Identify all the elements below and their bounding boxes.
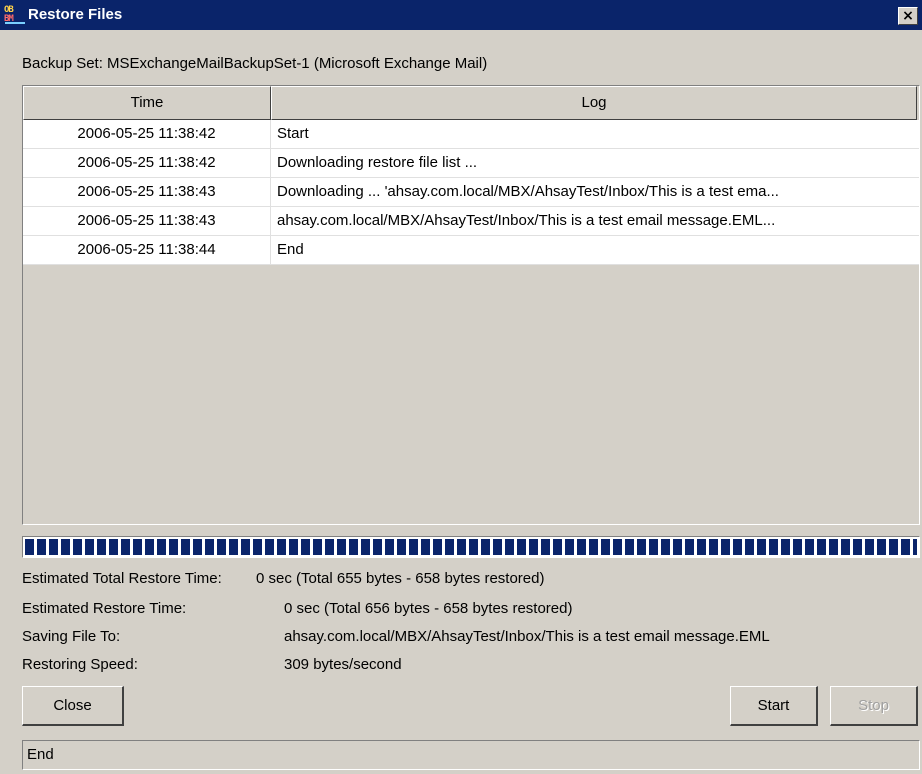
- table-row[interactable]: 2006-05-25 11:38:42 Downloading restore …: [23, 149, 919, 178]
- status-text: End: [27, 746, 54, 763]
- cell-log: Start: [277, 125, 309, 142]
- title-bar: OB BM Restore Files ×: [0, 0, 922, 30]
- total-time-label: Estimated Total Restore Time:: [22, 570, 222, 587]
- log-table[interactable]: Time Log 2006-05-25 11:38:42 Start 2006-…: [22, 85, 920, 525]
- close-icon: ×: [902, 8, 914, 24]
- window-close-button[interactable]: ×: [898, 7, 918, 25]
- start-button[interactable]: Start: [730, 686, 818, 726]
- saving-file-value: ahsay.com.local/MBX/AhsayTest/Inbox/This…: [284, 628, 770, 645]
- table-row[interactable]: 2006-05-25 11:38:43 Downloading ... 'ahs…: [23, 178, 919, 207]
- table-body: 2006-05-25 11:38:42 Start 2006-05-25 11:…: [23, 120, 919, 265]
- speed-value: 309 bytes/second: [284, 656, 402, 673]
- close-button[interactable]: Close: [22, 686, 124, 726]
- cell-log: Downloading ... 'ahsay.com.local/MBX/Ahs…: [277, 183, 779, 200]
- saving-file-label: Saving File To:: [22, 628, 121, 645]
- restore-time-label: Estimated Restore Time:: [22, 600, 187, 617]
- stop-button: Stop: [830, 686, 918, 726]
- cell-log: End: [277, 241, 304, 258]
- restore-progress-bar: [22, 536, 920, 558]
- column-header-log[interactable]: Log: [271, 86, 917, 120]
- total-time-value: 0 sec (Total 655 bytes - 658 bytes resto…: [256, 570, 545, 587]
- progress-fill: [25, 539, 917, 555]
- table-header: Time Log: [23, 86, 919, 120]
- speed-label: Restoring Speed:: [22, 656, 138, 673]
- app-icon: OB BM: [4, 6, 26, 24]
- cell-time: 2006-05-25 11:38:44: [23, 236, 271, 264]
- table-row[interactable]: 2006-05-25 11:38:43 ahsay.com.local/MBX/…: [23, 207, 919, 236]
- restore-time-value: 0 sec (Total 656 bytes - 658 bytes resto…: [284, 600, 573, 617]
- table-row[interactable]: 2006-05-25 11:38:42 Start: [23, 120, 919, 149]
- table-row[interactable]: 2006-05-25 11:38:44 End: [23, 236, 919, 265]
- cell-time: 2006-05-25 11:38:43: [23, 207, 271, 235]
- column-header-time[interactable]: Time: [23, 86, 271, 120]
- backup-set-label: Backup Set: MSExchangeMailBackupSet-1 (M…: [22, 55, 488, 72]
- status-bar: End: [22, 740, 920, 770]
- window-title: Restore Files: [28, 6, 123, 23]
- cell-log: ahsay.com.local/MBX/AhsayTest/Inbox/This…: [277, 212, 776, 229]
- cell-log: Downloading restore file list ...: [277, 154, 478, 171]
- cell-time: 2006-05-25 11:38:42: [23, 149, 271, 177]
- cell-time: 2006-05-25 11:38:43: [23, 178, 271, 206]
- cell-time: 2006-05-25 11:38:42: [23, 120, 271, 148]
